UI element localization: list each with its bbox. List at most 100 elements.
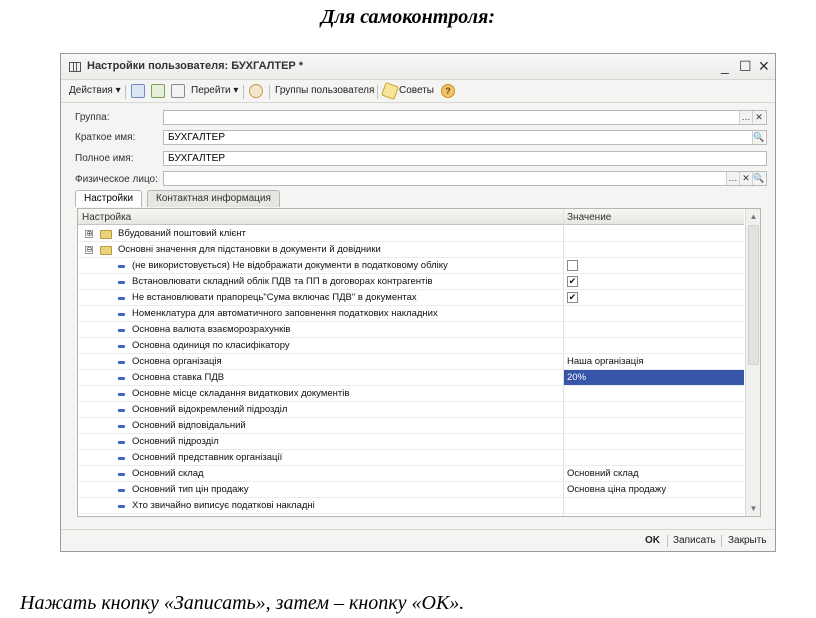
setting-value[interactable]: Основний склад bbox=[567, 468, 639, 479]
tab-settings[interactable]: Настройки bbox=[75, 190, 143, 207]
setting-name: Основне місце складання видаткових докум… bbox=[132, 388, 350, 399]
user-icon[interactable] bbox=[249, 84, 263, 98]
setting-name: Основна одиниця по класифікатору bbox=[132, 340, 290, 351]
setting-item-icon bbox=[118, 441, 125, 444]
setting-name: Основний підрозділ bbox=[132, 436, 219, 447]
clear-icon[interactable]: ✕ bbox=[752, 111, 765, 124]
select-button[interactable]: … bbox=[726, 172, 739, 185]
table-row[interactable]: Основна валюта взаєморозрахунків bbox=[78, 322, 744, 338]
user-groups-button[interactable]: Группы пользователя bbox=[275, 85, 374, 96]
setting-item-icon bbox=[118, 265, 125, 268]
setting-value[interactable]: Основна ціна продажу bbox=[567, 484, 666, 495]
column-header-setting[interactable]: Настройка bbox=[82, 212, 131, 223]
save-to-disk-icon[interactable] bbox=[131, 84, 145, 98]
table-row[interactable]: Встановлювати складний облік ПДВ та ПП в… bbox=[78, 274, 744, 290]
table-row[interactable]: Основний підрозділ bbox=[78, 434, 744, 450]
setting-item-icon bbox=[118, 393, 125, 396]
expand-icon[interactable]: ⊕ bbox=[85, 230, 93, 238]
toolbar-separator bbox=[125, 85, 126, 99]
table-row[interactable]: Основний представник організації bbox=[78, 450, 744, 466]
setting-name: Основна організація bbox=[132, 356, 222, 367]
toolbar-separator bbox=[243, 85, 244, 99]
setting-name: Основний склад bbox=[132, 468, 204, 479]
setting-value[interactable]: Наша організація bbox=[567, 356, 644, 367]
table-row[interactable]: Основний відокремлений підрозділ bbox=[78, 402, 744, 418]
setting-name: Основні значення для підстановки в докум… bbox=[118, 244, 381, 255]
setting-item-icon bbox=[118, 425, 125, 428]
toolbar: Действия ▾ Перейти ▾ Группы пользователя… bbox=[61, 81, 775, 103]
folder-icon bbox=[100, 230, 112, 239]
clear-icon[interactable]: ✕ bbox=[739, 172, 752, 185]
folder-icon bbox=[100, 246, 112, 255]
vertical-scrollbar[interactable]: ▲ ▼ bbox=[745, 209, 760, 516]
close-form-button[interactable]: Закрыть bbox=[728, 535, 767, 546]
instruction-note: Нажать кнопку «Записать», затем – кнопку… bbox=[20, 592, 465, 614]
setting-name: Основна ставка ПДВ bbox=[132, 372, 225, 383]
setting-item-icon bbox=[118, 377, 125, 380]
goto-menu[interactable]: Перейти ▾ bbox=[191, 85, 238, 96]
window-title: Настройки пользователя: БУХГАЛТЕР * bbox=[87, 60, 304, 72]
grid-header: Настройка Значение bbox=[78, 209, 744, 225]
select-button[interactable]: … bbox=[739, 111, 752, 124]
person-field[interactable] bbox=[163, 171, 767, 186]
tab-contact-info[interactable]: Контактная информация bbox=[147, 190, 280, 207]
close-button[interactable]: ✕ bbox=[758, 58, 770, 75]
table-row[interactable]: ⊖ Основні значення для підстановки в доку… bbox=[78, 242, 744, 258]
setting-name: Основний тип цін продажу bbox=[132, 484, 249, 495]
table-row[interactable]: Основна організація Наша організація bbox=[78, 354, 744, 370]
actions-menu[interactable]: Действия ▾ bbox=[69, 85, 121, 96]
table-row[interactable]: Основний склад Основний склад bbox=[78, 466, 744, 482]
bottom-bar: OK Записать Закрыть bbox=[61, 529, 775, 551]
setting-name: Основний відокремлений підрозділ bbox=[132, 404, 288, 415]
setting-item-icon bbox=[118, 313, 125, 316]
table-row[interactable]: Основне місце складання видаткових докум… bbox=[78, 386, 744, 402]
copy-document-icon[interactable] bbox=[171, 84, 185, 98]
scroll-down-icon[interactable]: ▼ bbox=[746, 501, 760, 516]
maximize-button[interactable]: ☐ bbox=[739, 58, 752, 75]
column-header-value[interactable]: Значение bbox=[567, 212, 611, 223]
full-name-field[interactable]: БУХГАЛТЕР bbox=[163, 151, 767, 166]
search-icon[interactable]: 🔍 bbox=[752, 131, 765, 144]
minimize-button[interactable]: _ bbox=[721, 58, 729, 74]
table-row[interactable]: Основна ставка ПДВ 20% bbox=[78, 370, 744, 386]
setting-name: Не встановлювати прапорець"Сума включає … bbox=[132, 292, 417, 303]
table-row[interactable]: Основна одиниця по класифікатору bbox=[78, 338, 744, 354]
table-row[interactable]: (не використовується) Не відображати док… bbox=[78, 258, 744, 274]
setting-name: Основний відповідальний bbox=[132, 420, 246, 431]
full-name-label: Полное имя: bbox=[75, 153, 134, 164]
setting-item-icon bbox=[118, 505, 125, 508]
setting-name: Номенклатура для автоматичного заповненн… bbox=[132, 308, 438, 319]
table-row[interactable]: Основний тип цін продажу Основна ціна про… bbox=[78, 482, 744, 498]
short-name-field[interactable]: БУХГАЛТЕР bbox=[163, 130, 767, 145]
table-row[interactable]: Номенклатура для автоматичного заповненн… bbox=[78, 306, 744, 322]
collapse-icon[interactable]: ⊖ bbox=[85, 246, 93, 254]
search-icon[interactable]: 🔍 bbox=[752, 172, 765, 185]
setting-item-icon bbox=[118, 457, 125, 460]
table-row[interactable]: ⊕ Вбудований поштовий клієнт bbox=[78, 226, 744, 242]
table-row[interactable]: Основний відповідальний bbox=[78, 418, 744, 434]
group-label: Группа: bbox=[75, 112, 110, 123]
group-field[interactable] bbox=[163, 110, 767, 125]
table-row[interactable]: Не встановлювати прапорець"Сума включає … bbox=[78, 290, 744, 306]
setting-name: Основний представник організації bbox=[132, 452, 283, 463]
setting-name: Основна валюта взаєморозрахунків bbox=[132, 324, 291, 335]
setting-checkbox[interactable] bbox=[567, 260, 578, 271]
toolbar-separator bbox=[269, 85, 270, 99]
selected-value-cell[interactable]: 20% bbox=[564, 370, 744, 385]
person-label: Физическое лицо: bbox=[75, 174, 158, 185]
tips-button[interactable]: Советы bbox=[399, 85, 434, 96]
refresh-icon[interactable] bbox=[151, 84, 165, 98]
scroll-thumb[interactable] bbox=[748, 225, 759, 365]
setting-checkbox[interactable]: ✔ bbox=[567, 292, 578, 303]
setting-item-icon bbox=[118, 345, 125, 348]
scroll-up-icon[interactable]: ▲ bbox=[746, 209, 760, 224]
table-row[interactable]: Хто звичайно виписує податкові накладні bbox=[78, 498, 744, 514]
setting-checkbox[interactable]: ✔ bbox=[567, 276, 578, 287]
ok-button[interactable]: OK bbox=[645, 535, 660, 546]
setting-name: Вбудований поштовий клієнт bbox=[118, 228, 246, 239]
setting-name: (не використовується) Не відображати док… bbox=[132, 260, 448, 271]
setting-item-icon bbox=[118, 409, 125, 412]
save-button[interactable]: Записать bbox=[673, 535, 716, 546]
setting-item-icon bbox=[118, 361, 125, 364]
help-icon[interactable]: ? bbox=[441, 84, 455, 98]
